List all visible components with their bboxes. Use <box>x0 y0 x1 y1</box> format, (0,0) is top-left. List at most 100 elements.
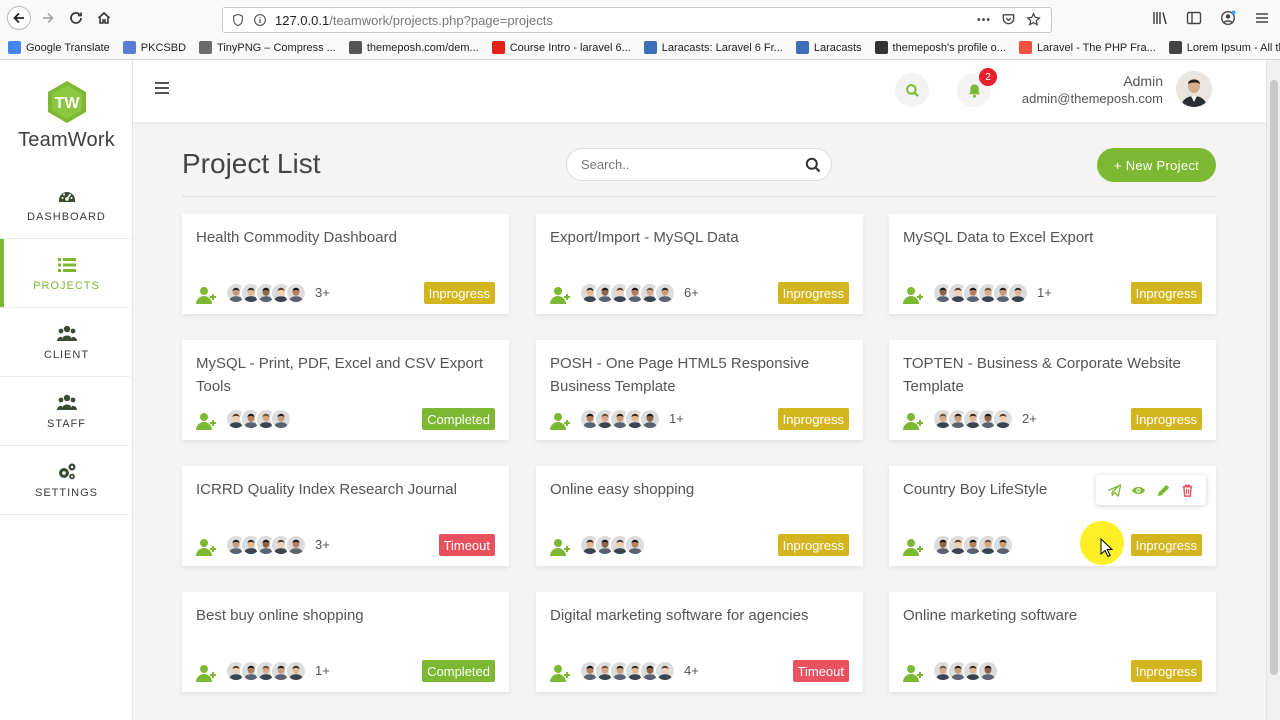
add-member-icon[interactable] <box>196 538 217 556</box>
bookmark-item[interactable]: themeposh's profile o... <box>874 41 1006 54</box>
member-avatars <box>225 660 307 682</box>
project-title[interactable]: MySQL - Print, PDF, Excel and CSV Export… <box>196 352 489 398</box>
bookmark-item[interactable]: TinyPNG – Compress ... <box>199 41 336 54</box>
add-member-icon[interactable] <box>550 538 571 556</box>
pencil-icon[interactable] <box>1156 483 1171 498</box>
reload-button[interactable] <box>65 7 87 29</box>
add-member-icon[interactable] <box>196 412 217 430</box>
add-member-icon[interactable] <box>903 538 924 556</box>
project-title[interactable]: Best buy online shopping <box>196 604 489 627</box>
project-card[interactable]: MySQL Data to Excel Export 1+ Inprogress <box>889 214 1216 314</box>
bookmark-favicon-icon <box>199 41 213 54</box>
new-project-button[interactable]: + New Project <box>1097 148 1216 182</box>
add-member-icon[interactable] <box>903 664 924 682</box>
sidebar-toggle-icon[interactable] <box>1186 10 1202 26</box>
sidebar-item-dashboard[interactable]: DASHBOARD <box>0 170 133 239</box>
member-avatar[interactable] <box>285 534 307 556</box>
sidebar-item-staff[interactable]: STAFF <box>0 377 133 446</box>
project-card[interactable]: Digital marketing software for agencies 4… <box>536 592 863 692</box>
add-member-icon[interactable] <box>550 286 571 304</box>
back-button[interactable] <box>7 6 31 30</box>
status-badge: Timeout <box>438 534 495 556</box>
project-card[interactable]: Best buy online shopping 1+ Completed <box>182 592 509 692</box>
sidebar-item-projects[interactable]: PROJECTS <box>0 239 133 308</box>
member-avatar[interactable] <box>992 408 1014 430</box>
project-title[interactable]: Digital marketing software for agencies <box>550 604 843 627</box>
bookmark-item[interactable]: Lorem Ipsum - All the ... <box>1168 41 1280 54</box>
logo[interactable]: TW TeamWork <box>0 80 133 152</box>
project-title[interactable]: MySQL Data to Excel Export <box>903 226 1196 249</box>
project-title[interactable]: Online marketing software <box>903 604 1196 627</box>
address-bar[interactable]: 127.0.0.1/teamwork/projects.php?page=pro… <box>222 7 1052 33</box>
avatar[interactable] <box>1176 71 1212 107</box>
member-count: 1+ <box>1037 285 1052 300</box>
project-card[interactable]: MySQL - Print, PDF, Excel and CSV Export… <box>182 340 509 440</box>
member-avatar[interactable] <box>654 660 676 682</box>
project-card[interactable]: ICRRD Quality Index Research Journal 3+ Ti… <box>182 466 509 566</box>
add-member-icon[interactable] <box>903 286 924 304</box>
search-input[interactable]: Search.. <box>566 148 832 181</box>
status-badge: Inprogress <box>777 408 849 430</box>
project-card[interactable]: POSH - One Page HTML5 Responsive Busines… <box>536 340 863 440</box>
project-card[interactable]: Online marketing software Inprogress <box>889 592 1216 692</box>
member-avatars <box>579 660 676 682</box>
logo-text: TeamWork <box>18 129 115 151</box>
member-avatar[interactable] <box>654 282 676 304</box>
member-avatar[interactable] <box>285 660 307 682</box>
forward-button[interactable] <box>37 7 59 29</box>
project-card[interactable]: Health Commodity Dashboard 3+ Inprogress <box>182 214 509 314</box>
bookmark-item[interactable]: themeposh.com/dem... <box>348 41 479 54</box>
project-card[interactable]: TOPTEN - Business & Corporate Website Te… <box>889 340 1216 440</box>
star-icon[interactable] <box>1026 12 1041 27</box>
member-avatar[interactable] <box>639 408 661 430</box>
library-icon[interactable] <box>1152 10 1168 26</box>
home-button[interactable] <box>93 7 115 29</box>
eye-icon[interactable] <box>1131 483 1146 498</box>
add-member-icon[interactable] <box>550 412 571 430</box>
account-icon[interactable] <box>1220 10 1236 26</box>
page-scrollbar[interactable] <box>1266 60 1280 720</box>
add-member-icon[interactable] <box>196 664 217 682</box>
project-title[interactable]: TOPTEN - Business & Corporate Website Te… <box>903 352 1196 398</box>
status-badge: Inprogress <box>1130 660 1202 682</box>
more-actions-icon[interactable] <box>976 12 991 27</box>
bookmark-item[interactable]: Laracasts: Laravel 6 Fr... <box>643 41 783 54</box>
notifications-button[interactable]: 2 <box>957 68 997 107</box>
bookmark-item[interactable]: Course Intro - laravel 6... <box>491 41 631 54</box>
search-icon[interactable] <box>805 157 821 173</box>
bookmark-item[interactable]: PKCSBD <box>122 41 186 54</box>
bookmark-item[interactable]: Laravel - The PHP Fra... <box>1018 41 1156 54</box>
member-avatars <box>932 408 1014 430</box>
trash-icon[interactable] <box>1180 483 1195 498</box>
member-avatar[interactable] <box>285 282 307 304</box>
add-member-icon[interactable] <box>903 412 924 430</box>
member-avatar[interactable] <box>624 534 646 556</box>
add-member-icon[interactable] <box>550 664 571 682</box>
project-card[interactable]: Online easy shopping Inprogress <box>536 466 863 566</box>
member-avatar[interactable] <box>1007 282 1029 304</box>
project-title[interactable]: ICRRD Quality Index Research Journal <box>196 478 489 501</box>
sidebar-item-settings[interactable]: SETTINGS <box>0 446 133 515</box>
add-member-icon[interactable] <box>196 286 217 304</box>
project-title[interactable]: POSH - One Page HTML5 Responsive Busines… <box>550 352 843 398</box>
member-avatar-icon <box>287 662 305 680</box>
pocket-icon[interactable] <box>1001 12 1016 27</box>
project-card[interactable]: Export/Import - MySQL Data 6+ Inprogress <box>536 214 863 314</box>
menu-toggle-icon[interactable] <box>155 82 169 94</box>
info-icon <box>254 14 266 26</box>
sidebar-item-client[interactable]: CLIENT <box>0 308 133 377</box>
bookmark-item[interactable]: Google Translate <box>8 41 110 54</box>
project-title[interactable]: Health Commodity Dashboard <box>196 226 489 249</box>
member-avatar[interactable] <box>992 534 1014 556</box>
user-name[interactable]: Admin <box>1123 73 1163 89</box>
scrollbar-thumb[interactable] <box>1270 80 1278 675</box>
project-title[interactable]: Online easy shopping <box>550 478 843 501</box>
member-avatar[interactable] <box>977 660 999 682</box>
project-title[interactable]: Export/Import - MySQL Data <box>550 226 843 249</box>
bookmark-item[interactable]: Laracasts <box>795 41 862 54</box>
member-avatar[interactable] <box>270 408 292 430</box>
search-button[interactable] <box>895 73 929 107</box>
send-icon[interactable] <box>1107 483 1122 498</box>
app-menu-icon[interactable] <box>1254 10 1270 26</box>
url-host: 127.0.0.1 <box>275 12 330 28</box>
